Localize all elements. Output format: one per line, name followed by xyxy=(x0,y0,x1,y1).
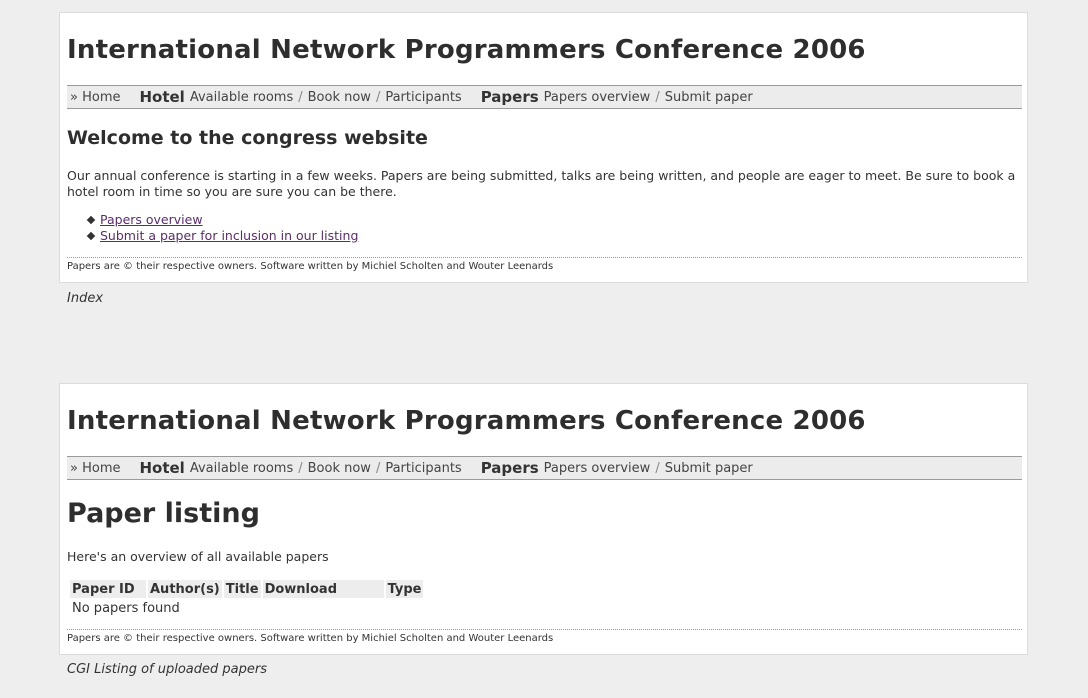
nav-separator: / xyxy=(298,89,303,105)
site-title: International Network Programmers Confer… xyxy=(67,406,866,436)
nav-papers-overview-link[interactable]: Papers overview xyxy=(544,90,651,105)
submit-paper-link[interactable]: Submit a paper for inclusion in our list… xyxy=(100,228,358,243)
site-title: International Network Programmers Confer… xyxy=(67,35,866,65)
nav-hotel-heading: Hotel xyxy=(139,459,185,477)
empty-table-message: No papers found xyxy=(72,601,180,616)
table-header-row: Paper ID Author(s) Title Download Type xyxy=(70,580,424,598)
nav-papers-heading: Papers xyxy=(480,88,539,106)
nav-separator: / xyxy=(298,460,303,476)
nav-separator: / xyxy=(375,460,381,476)
column-header-paper-id: Paper ID xyxy=(70,580,146,598)
column-header-type: Type xyxy=(385,580,424,598)
footer-text: Papers are © their respective owners. So… xyxy=(67,257,1022,272)
nav-home-link[interactable]: » Home xyxy=(67,90,120,105)
nav-home-link[interactable]: » Home xyxy=(67,461,120,476)
nav-available-rooms-link[interactable]: Available rooms xyxy=(190,461,293,476)
welcome-heading: Welcome to the congress website xyxy=(67,127,428,149)
table-row: No papers found xyxy=(70,600,423,617)
quick-links-list: Papers overview Submit a paper for inclu… xyxy=(86,212,358,244)
index-screenshot-panel: International Network Programmers Confer… xyxy=(59,12,1028,283)
nav-participants-link[interactable]: Participants xyxy=(385,461,461,476)
column-header-title: Title xyxy=(223,580,261,598)
nav-submit-paper-link[interactable]: Submit paper xyxy=(665,461,753,476)
screenshot-caption: Index xyxy=(67,291,104,306)
papers-overview-link[interactable]: Papers overview xyxy=(100,212,203,227)
footer-text: Papers are © their respective owners. So… xyxy=(67,629,1022,644)
intro-paragraph: Our annual conference is starting in a f… xyxy=(67,168,1016,199)
nav-separator: / xyxy=(655,89,660,105)
nav-separator: / xyxy=(655,460,660,476)
nav-bar: » Home Hotel Available rooms / Book now … xyxy=(67,85,1022,109)
list-item: Submit a paper for inclusion in our list… xyxy=(86,228,358,244)
nav-papers-overview-link[interactable]: Papers overview xyxy=(544,461,651,476)
nav-book-now-link[interactable]: Book now xyxy=(308,461,371,476)
nav-available-rooms-link[interactable]: Available rooms xyxy=(190,90,293,105)
nav-book-now-link[interactable]: Book now xyxy=(308,90,371,105)
bullet-icon xyxy=(86,215,96,225)
list-item: Papers overview xyxy=(86,212,358,228)
papers-table: Paper ID Author(s) Title Download Type N… xyxy=(68,578,425,619)
nav-submit-paper-link[interactable]: Submit paper xyxy=(665,90,753,105)
nav-participants-link[interactable]: Participants xyxy=(385,90,461,105)
screenshot-caption: CGI Listing of uploaded papers xyxy=(67,662,267,677)
nav-papers-heading: Papers xyxy=(480,459,539,477)
column-header-download: Download xyxy=(262,580,384,598)
overview-text: Here's an overview of all available pape… xyxy=(67,549,329,564)
column-header-authors: Author(s) xyxy=(148,580,222,598)
bullet-icon xyxy=(86,231,96,241)
nav-bar: » Home Hotel Available rooms / Book now … xyxy=(67,456,1022,480)
paper-listing-screenshot-panel: International Network Programmers Confer… xyxy=(59,383,1028,655)
page-title: Paper listing xyxy=(67,498,260,529)
nav-hotel-heading: Hotel xyxy=(139,88,185,106)
nav-separator: / xyxy=(375,89,381,105)
